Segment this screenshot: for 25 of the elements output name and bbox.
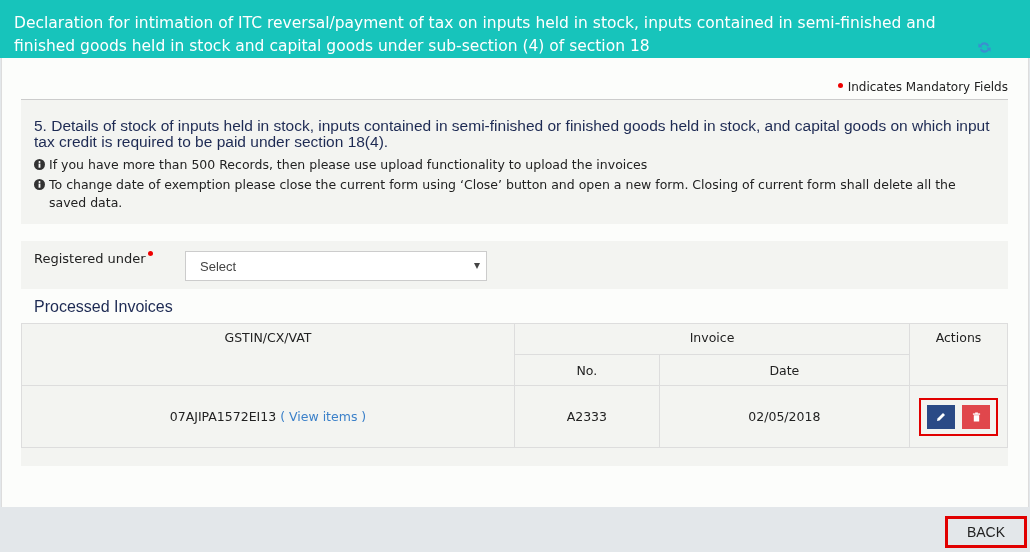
- info-icon: [34, 159, 45, 170]
- table-cell: 02/05/2018: [659, 385, 910, 448]
- info-note: If you have more than 500 Records, then please use upload functionality to upload the invoices: [49, 156, 648, 174]
- registered-under-dropdown[interactable]: Select: [185, 251, 487, 281]
- required-dot: [837, 83, 843, 88]
- view-items-link[interactable]: ( View items ): [280, 409, 367, 424]
- page-title: Declaration for intimation of ITC reversal/payment of tax on inputs held in stock, inputs contained in semi-finished and finished goods held in stock and capital goods under sub-section (4) of section 18: [14, 13, 937, 57]
- info-icon: [34, 179, 45, 190]
- edit-button[interactable]: [927, 404, 955, 429]
- table-cell: A2333: [514, 385, 660, 448]
- column-header: GSTIN/CX/VAT: [21, 323, 515, 386]
- back-button[interactable]: BACK: [945, 516, 1027, 548]
- column-header: No.: [514, 354, 660, 386]
- delete-button[interactable]: [962, 404, 990, 429]
- section-heading: 5. Details of stock of inputs held in stock, inputs contained in semi-finished or finished goods held in stock, and capital goods on which input tax credit is required to be paid under section 18(4).: [34, 118, 991, 150]
- column-header: Invoice: [514, 323, 910, 355]
- section-title: Processed Invoices: [33, 297, 174, 317]
- info-note: To change date of exemption please close the current form using ‘Close’ button and open a new form. Closing of current form shall delete all the saved data.: [49, 176, 957, 212]
- column-header: Actions: [909, 323, 1008, 386]
- trash-icon: [971, 411, 981, 422]
- field-label: Registered under: [34, 251, 146, 266]
- pencil-icon: [936, 411, 946, 422]
- mandatory-note: Indicates Mandatory Fields: [847, 80, 1008, 94]
- caret-icon: [474, 263, 480, 269]
- gstin-text: 07AJIPA1572EI13: [169, 409, 277, 424]
